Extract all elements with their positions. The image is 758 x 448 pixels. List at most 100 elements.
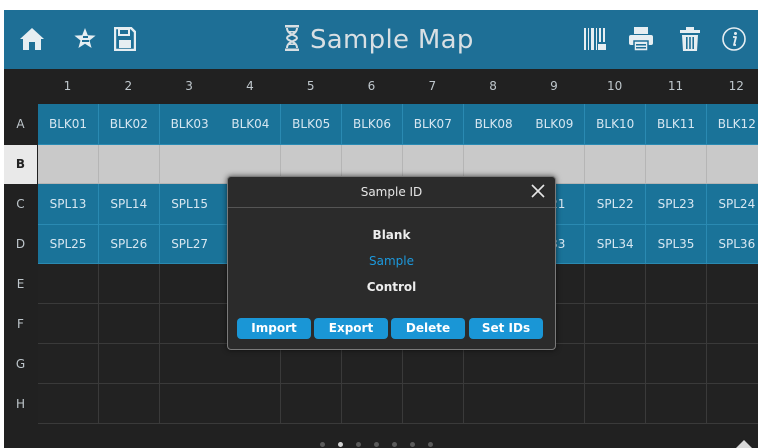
well-cell[interactable] bbox=[706, 304, 758, 344]
import-button[interactable]: Import bbox=[237, 318, 311, 339]
well-cell[interactable]: SPL14 bbox=[98, 184, 160, 225]
page-dot[interactable] bbox=[374, 442, 379, 447]
well-cell[interactable]: SPL13 bbox=[38, 184, 99, 225]
well-cell[interactable] bbox=[159, 344, 221, 384]
print-icon[interactable] bbox=[626, 24, 656, 54]
well-cell[interactable]: BLK07 bbox=[402, 104, 464, 145]
row-header[interactable]: H bbox=[4, 384, 37, 424]
well-cell[interactable] bbox=[98, 344, 160, 384]
well-cell[interactable]: BLK04 bbox=[220, 104, 282, 145]
well-cell[interactable] bbox=[706, 384, 758, 424]
well-cell[interactable]: BLK09 bbox=[524, 104, 586, 145]
row-header[interactable]: C bbox=[4, 184, 37, 225]
well-cell[interactable]: SPL23 bbox=[646, 184, 707, 225]
page-dot[interactable] bbox=[410, 442, 415, 447]
well-cell[interactable] bbox=[38, 384, 99, 424]
well-cell[interactable]: SPL25 bbox=[38, 225, 99, 264]
row-header[interactable]: G bbox=[4, 344, 37, 384]
page-dot[interactable] bbox=[392, 442, 397, 447]
well-cell[interactable] bbox=[463, 384, 525, 424]
page-dot[interactable] bbox=[428, 442, 433, 447]
option-sample[interactable]: Sample bbox=[228, 254, 555, 268]
set-ids-button[interactable]: Set IDs bbox=[469, 318, 543, 339]
well-cell[interactable] bbox=[38, 264, 99, 304]
well-cell[interactable] bbox=[463, 344, 525, 384]
option-blank[interactable]: Blank bbox=[228, 228, 555, 242]
well-cell[interactable] bbox=[159, 384, 221, 424]
well-cell[interactable] bbox=[585, 344, 647, 384]
well-cell[interactable]: BLK01 bbox=[38, 104, 99, 145]
well-cell[interactable] bbox=[98, 145, 160, 184]
well-cell[interactable] bbox=[706, 264, 758, 304]
dialog-title: Sample ID bbox=[360, 185, 423, 199]
page-dot[interactable] bbox=[338, 442, 343, 447]
well-cell[interactable]: BLK12 bbox=[706, 104, 758, 145]
well-cell[interactable] bbox=[159, 304, 221, 344]
barcode-icon[interactable] bbox=[580, 24, 610, 54]
well-cell[interactable] bbox=[585, 304, 647, 344]
well-cell[interactable] bbox=[706, 145, 758, 184]
well-cell[interactable]: BLK08 bbox=[463, 104, 525, 145]
row-header[interactable]: F bbox=[4, 304, 37, 344]
close-icon[interactable] bbox=[529, 182, 547, 200]
well-cell[interactable] bbox=[585, 145, 647, 184]
well-cell[interactable] bbox=[342, 384, 403, 424]
well-cell[interactable] bbox=[646, 384, 707, 424]
well-cell[interactable]: SPL26 bbox=[98, 225, 160, 264]
well-cell[interactable] bbox=[524, 384, 586, 424]
well-cell[interactable]: BLK03 bbox=[159, 104, 221, 145]
row-header[interactable]: A bbox=[4, 104, 37, 145]
well-cell[interactable] bbox=[585, 384, 647, 424]
well-cell[interactable] bbox=[342, 344, 403, 384]
row-header[interactable]: D bbox=[4, 225, 37, 264]
page-title-group: Sample Map bbox=[284, 21, 474, 59]
star-icon[interactable] bbox=[70, 24, 100, 54]
well-cell[interactable]: SPL34 bbox=[585, 225, 647, 264]
well-cell[interactable]: BLK06 bbox=[342, 104, 403, 145]
well-cell[interactable]: BLK05 bbox=[281, 104, 343, 145]
well-cell[interactable] bbox=[646, 264, 707, 304]
row-header[interactable]: B bbox=[4, 145, 37, 184]
well-cell[interactable] bbox=[38, 304, 99, 344]
well-cell[interactable]: BLK10 bbox=[585, 104, 647, 145]
well-cell[interactable] bbox=[646, 145, 707, 184]
well-cell[interactable]: BLK02 bbox=[98, 104, 160, 145]
well-cell[interactable] bbox=[98, 384, 160, 424]
delete-button[interactable]: Delete bbox=[391, 318, 465, 339]
well-cell[interactable] bbox=[159, 145, 221, 184]
well-cell[interactable] bbox=[402, 384, 464, 424]
well-cell[interactable]: SPL15 bbox=[159, 184, 221, 225]
well-cell[interactable] bbox=[706, 344, 758, 384]
home-icon[interactable] bbox=[17, 24, 47, 54]
well-cell[interactable]: BLK11 bbox=[646, 104, 707, 145]
scroll-up-icon[interactable] bbox=[736, 440, 752, 448]
option-control[interactable]: Control bbox=[228, 280, 555, 294]
well-cell[interactable] bbox=[38, 145, 99, 184]
well-cell[interactable] bbox=[281, 344, 343, 384]
well-cell[interactable] bbox=[524, 344, 586, 384]
well-cell[interactable] bbox=[281, 384, 343, 424]
well-cell[interactable] bbox=[159, 264, 221, 304]
page-dot[interactable] bbox=[356, 442, 361, 447]
export-button[interactable]: Export bbox=[314, 318, 388, 339]
well-cell[interactable] bbox=[585, 264, 647, 304]
well-cell[interactable] bbox=[646, 304, 707, 344]
well-cell[interactable]: SPL27 bbox=[159, 225, 221, 264]
well-cell[interactable]: SPL36 bbox=[706, 225, 758, 264]
row-header[interactable]: E bbox=[4, 264, 37, 304]
well-cell[interactable] bbox=[38, 344, 99, 384]
well-cell[interactable] bbox=[220, 344, 282, 384]
well-cell[interactable]: SPL35 bbox=[646, 225, 707, 264]
column-header: 9 bbox=[550, 79, 558, 93]
well-cell[interactable] bbox=[402, 344, 464, 384]
page-dot[interactable] bbox=[320, 442, 325, 447]
info-icon[interactable] bbox=[719, 24, 749, 54]
save-icon[interactable] bbox=[110, 24, 140, 54]
well-cell[interactable]: SPL24 bbox=[706, 184, 758, 225]
well-cell[interactable] bbox=[220, 384, 282, 424]
well-cell[interactable] bbox=[98, 304, 160, 344]
trash-icon[interactable] bbox=[675, 24, 705, 54]
well-cell[interactable] bbox=[98, 264, 160, 304]
well-cell[interactable] bbox=[646, 344, 707, 384]
well-cell[interactable]: SPL22 bbox=[585, 184, 647, 225]
